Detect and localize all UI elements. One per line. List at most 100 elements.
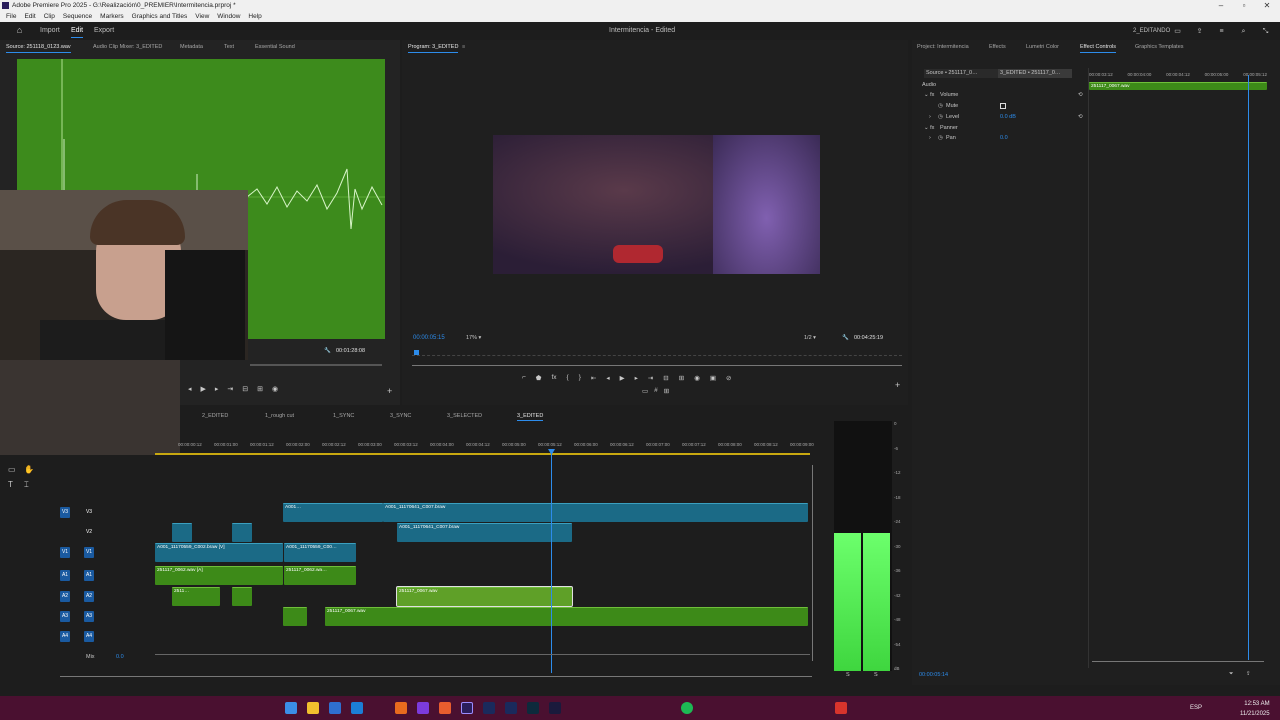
clip-a3-small[interactable] [283,607,307,626]
fx-panner-toggle[interactable]: ⌄ fx [924,125,934,131]
tab-effects[interactable]: Effects [989,40,1006,54]
compare-icon[interactable]: ▣ [710,374,716,382]
safe-margins-icon[interactable]: ▭ [642,387,648,395]
source-patch-a4[interactable]: A4 [60,631,70,642]
maximize-icon[interactable]: ▫ [1233,0,1255,11]
tab-import[interactable]: Import [40,22,60,40]
tab-seq-rough-cut[interactable]: 1_rough cut [265,410,294,422]
out-bracket-icon[interactable]: } [579,374,581,382]
step-forward-icon[interactable]: ▸ [635,374,638,382]
mute-keyframe-icon[interactable]: ◷ [938,103,943,109]
source-patch-a1[interactable]: A1 [60,570,70,581]
mix-value[interactable]: 0.0 [116,654,124,660]
zoom-select[interactable]: 17% ▾ [466,335,481,341]
program-mini-ruler[interactable] [412,350,902,356]
program-current-time[interactable]: 00:00:05:15 [413,335,445,341]
source-patch-a3[interactable]: A3 [60,611,70,622]
acrobat-icon[interactable] [835,702,847,714]
clip-a2-b[interactable]: 251117_0067.wav [396,586,573,607]
share-icon[interactable]: ⇪ [1195,27,1204,36]
edge-icon[interactable] [351,702,363,714]
clock[interactable]: 12:53 AM 11/21/2025 [1240,699,1270,719]
collapse-icon[interactable]: ⤡ [1261,27,1270,36]
work-area-bar[interactable] [155,453,810,455]
timeline-playhead[interactable] [551,451,552,673]
timeline-ruler[interactable]: 00:00:00:12 00:00:01:00 00:00:01:12 00:00:… [178,442,814,447]
spotify-icon[interactable] [681,702,693,714]
grid-icon[interactable]: # [654,387,658,395]
track-label-a2[interactable]: A2 [84,591,94,602]
select-tool-icon[interactable]: ▭ [8,465,16,474]
goto-out-icon[interactable]: ⇥ [648,374,653,382]
overwrite-icon[interactable]: ⊞ [257,385,263,393]
clip-v2-small-2[interactable] [232,523,252,542]
mute-checkbox[interactable] [1000,103,1006,109]
lift-icon[interactable]: ⊟ [663,374,668,382]
tab-seq-2-edited[interactable]: 2_EDITED [202,410,228,422]
tab-graphics-templates[interactable]: Graphics Templates [1135,40,1184,54]
menu-help[interactable]: Help [244,11,265,22]
solo-left[interactable]: S [846,672,850,678]
tab-essential-sound[interactable]: Essential Sound [255,40,295,54]
tab-seq-3-sync[interactable]: 3_SYNC [390,410,411,422]
menu-sequence[interactable]: Sequence [59,11,96,22]
lightroom-icon[interactable] [527,702,539,714]
in-bracket-icon[interactable]: { [567,374,569,382]
pan-value[interactable]: 0.0 [1000,135,1008,141]
hand-tool-icon[interactable]: ✋ [24,465,34,474]
clip-a2-a[interactable]: 2511… [172,587,220,606]
text-box-icon[interactable]: ⌶ [24,480,29,490]
menu-graphics[interactable]: Graphics and Titles [128,11,192,22]
search-icon[interactable]: ⌕ [1239,27,1248,36]
ec-current-time[interactable]: 00:00:05:14 [919,672,948,678]
tab-audio-mixer[interactable]: Audio Clip Mixer: 3_EDITED [93,40,162,54]
after-effects-icon[interactable] [549,702,561,714]
goto-in-icon[interactable]: ⇤ [591,374,596,382]
file-explorer-icon[interactable] [307,702,319,714]
fx-icon[interactable]: fx [551,374,556,382]
solo-right[interactable]: S [874,672,878,678]
menu-icon[interactable]: ≡ [1217,27,1226,36]
tab-effect-controls[interactable]: Effect Controls [1080,40,1116,54]
menu-file[interactable]: File [2,11,20,22]
camera-icon[interactable]: ◉ [694,374,700,382]
program-add-button-icon[interactable]: + [895,380,900,390]
close-icon[interactable]: ✕ [1256,0,1278,11]
track-label-a3[interactable]: A3 [84,611,94,622]
source-patch-v1[interactable]: V1 [60,547,70,558]
tab-seq-1-sync[interactable]: 1_SYNC [333,410,354,422]
track-label-v2[interactable]: V2 [84,527,94,538]
ec-playhead[interactable] [1248,75,1249,660]
clip-v1-b[interactable]: A001_11170559_C00… [284,543,356,562]
track-label-v3[interactable]: V3 [84,507,94,518]
track-label-a4[interactable]: A4 [84,631,94,642]
type-tool-icon[interactable]: T [8,480,13,489]
level-expand-icon[interactable]: › [929,114,931,120]
source-clip-selector[interactable]: Source • 251117_0… [924,69,998,78]
windows-start-icon[interactable] [285,702,297,714]
goto-out-icon[interactable]: ⇥ [227,385,233,393]
pan-keyframe-icon[interactable]: ◷ [938,135,943,141]
tab-edit[interactable]: Edit [71,22,84,40]
menu-view[interactable]: View [191,11,213,22]
premiere-taskbar-icon[interactable] [461,702,473,714]
minimize-icon[interactable]: – [1210,0,1232,11]
menu-clip[interactable]: Clip [40,11,59,22]
level-reset-icon[interactable]: ⟲ [1078,114,1083,120]
track-label-a1[interactable]: A1 [84,570,94,581]
step-back-icon[interactable]: ◂ [188,385,192,393]
menu-markers[interactable]: Markers [96,11,127,22]
tab-source[interactable]: Source: 251118_0123.wav [6,40,71,54]
ec-mini-ruler[interactable]: 00:00:03:12 00:00:04:00 00:00:04:12 00:0… [1089,72,1267,77]
clip-a3-a[interactable]: 251117_0067.wav [325,607,808,626]
sequence-clip-selector[interactable]: 3_EDITED • 251117_0… [998,69,1072,78]
fx-volume-toggle[interactable]: ⌄ fx [924,92,934,98]
level-keyframe-icon[interactable]: ◷ [938,114,943,120]
step-back-icon[interactable]: ◂ [606,374,609,382]
mark-in-icon[interactable]: ⌐ [522,374,526,382]
insert-icon[interactable]: ⊟ [242,385,248,393]
timeline-v-scrollbar[interactable] [812,465,813,661]
tab-metadata[interactable]: Metadata [180,40,203,54]
ec-scrollbar[interactable] [1092,661,1264,662]
program-video-frame[interactable] [493,135,820,274]
